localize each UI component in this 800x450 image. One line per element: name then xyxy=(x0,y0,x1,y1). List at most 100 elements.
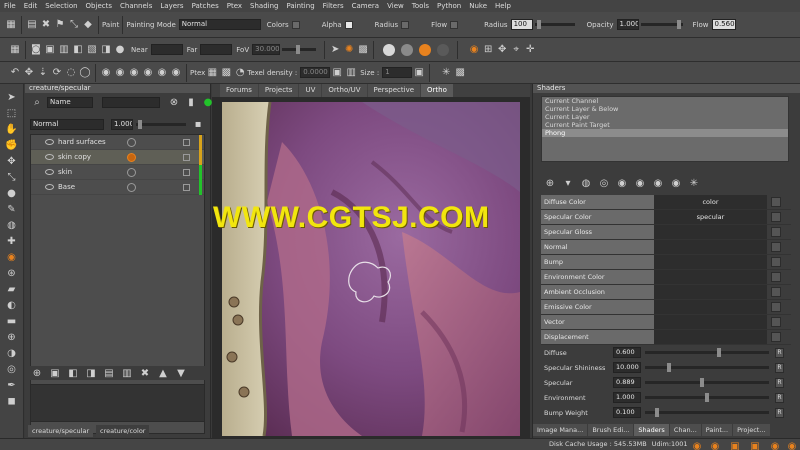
layer-blend-icon[interactable] xyxy=(127,153,136,162)
shader-slider[interactable] xyxy=(645,378,769,387)
layer-down-icon[interactable]: ▼ xyxy=(174,366,188,380)
smudge-icon[interactable]: ⊛ xyxy=(4,266,20,280)
tab-ortho-uv[interactable]: Ortho/UV xyxy=(322,84,367,97)
eye-icon[interactable]: ◉ xyxy=(113,66,127,80)
radius-slider[interactable] xyxy=(534,20,575,29)
panel-tab[interactable]: Project... xyxy=(733,424,770,436)
slider-handle[interactable] xyxy=(717,348,721,357)
layer-add-icon[interactable]: ⊕ xyxy=(30,366,44,380)
menu-item-tools[interactable]: Tools xyxy=(412,2,429,10)
align-icon[interactable]: ⊞ xyxy=(481,43,495,57)
tab-uv[interactable]: UV xyxy=(299,84,322,97)
move-icon[interactable]: ✥ xyxy=(495,43,509,57)
lock-icon[interactable] xyxy=(183,184,190,191)
shader-duplicate-icon[interactable]: ◍ xyxy=(579,176,593,190)
clear-filter-icon[interactable]: ⊗ xyxy=(167,95,181,109)
layer-group-icon[interactable]: ▣ xyxy=(48,366,62,380)
stamp-icon[interactable]: ◍ xyxy=(4,218,20,232)
tab-perspective[interactable]: Perspective xyxy=(367,84,421,97)
pivot-icon[interactable]: ✛ xyxy=(523,43,537,57)
texel-density-input[interactable]: 0.0000 xyxy=(300,67,331,78)
arrow-select-icon[interactable]: ➤ xyxy=(4,90,20,104)
panel-tab[interactable]: Image Mana... xyxy=(533,424,588,436)
shader-view-icon[interactable]: ◉ xyxy=(669,176,683,190)
panel-tab[interactable]: Shaders xyxy=(634,424,669,436)
mesh-icon[interactable]: ▥ xyxy=(57,43,71,57)
radius-input[interactable]: 100 xyxy=(510,19,533,30)
swatch-icon[interactable]: ◼ xyxy=(4,394,20,408)
layer-blend-icon[interactable] xyxy=(127,183,136,192)
drop-icon[interactable]: ⇣ xyxy=(36,66,50,80)
layer-adjust-icon[interactable]: ◧ xyxy=(66,366,80,380)
ptex-grid-icon[interactable]: ▩ xyxy=(219,66,233,80)
status-icon-6[interactable]: ◉ xyxy=(785,439,799,450)
trash-icon[interactable]: ▮ xyxy=(184,95,198,109)
layer-filter-input[interactable] xyxy=(102,96,160,108)
near-input[interactable] xyxy=(150,44,183,55)
property-link-icon[interactable] xyxy=(771,197,781,207)
reset-button[interactable]: R xyxy=(775,347,784,358)
object-icon[interactable]: ◧ xyxy=(71,43,85,57)
shader-view-icon[interactable]: ◉ xyxy=(615,176,629,190)
ortho-view-icon[interactable]: ▩ xyxy=(356,43,370,57)
shader-list-item[interactable]: Current Layer xyxy=(542,113,788,121)
lock-icon[interactable] xyxy=(183,154,190,161)
tab-projects[interactable]: Projects xyxy=(258,84,299,97)
texel-toggle-icon[interactable]: ▣ xyxy=(330,66,344,80)
status-icon-1[interactable]: ◉ xyxy=(690,439,704,450)
status-icon-3[interactable]: ▣ xyxy=(728,439,742,450)
shader-slider-value[interactable]: 1.000 xyxy=(613,392,641,403)
flag-icon[interactable]: ⚑ xyxy=(53,18,67,32)
colors-checkbox[interactable] xyxy=(291,20,300,29)
visibility-eye-icon[interactable] xyxy=(45,139,54,145)
property-link-icon[interactable] xyxy=(771,272,781,282)
layer-row[interactable]: skin xyxy=(31,165,204,180)
slider-handle[interactable] xyxy=(667,363,671,372)
property-link-icon[interactable] xyxy=(771,242,781,252)
status-icon-4[interactable]: ▣ xyxy=(748,439,762,450)
white-sphere-icon[interactable] xyxy=(383,43,396,56)
grid-icon[interactable]: ▦ xyxy=(4,18,18,32)
shader-property-value[interactable] xyxy=(654,285,767,299)
marquee-icon[interactable]: ⬚ xyxy=(4,106,20,120)
menu-item-channels[interactable]: Channels xyxy=(120,2,152,10)
shader-dropdown-icon[interactable]: ▾ xyxy=(561,176,575,190)
cursor-icon[interactable]: ➤ xyxy=(328,43,342,57)
eye-icon[interactable]: ◉ xyxy=(99,66,113,80)
property-link-icon[interactable] xyxy=(771,332,781,342)
status-icon-2[interactable]: ◉ xyxy=(708,439,722,450)
shader-property-value[interactable] xyxy=(654,240,767,254)
hand-icon[interactable]: ✋ xyxy=(4,122,20,136)
grid-icon[interactable]: ▦ xyxy=(8,43,22,57)
shader-property-value[interactable] xyxy=(654,300,767,314)
size-icon[interactable]: ▥ xyxy=(344,66,358,80)
menu-item-nuke[interactable]: Nuke xyxy=(469,2,487,10)
property-link-icon[interactable] xyxy=(771,212,781,222)
layer-option-icon[interactable]: ▪ xyxy=(191,117,205,131)
tab-forums[interactable]: Forums xyxy=(220,84,258,97)
menu-item-view[interactable]: View xyxy=(387,2,404,10)
visibility-eye-icon[interactable] xyxy=(45,154,54,160)
rotate-icon[interactable]: ⟳ xyxy=(50,66,64,80)
grab-icon[interactable]: ✊ xyxy=(4,138,20,152)
translate-icon[interactable]: ✥ xyxy=(22,66,36,80)
wireframe-icon[interactable]: ▧ xyxy=(85,43,99,57)
shader-slider[interactable] xyxy=(645,408,769,417)
menu-item-file[interactable]: File xyxy=(4,2,16,10)
dark-sphere-icon[interactable] xyxy=(437,43,450,56)
layer-opacity-input[interactable]: 1.000 xyxy=(111,118,133,130)
record-icon[interactable]: ◉ xyxy=(467,43,481,57)
layer-blend-icon[interactable] xyxy=(127,138,136,147)
camera-icon[interactable]: ◙ xyxy=(29,43,43,57)
paint-canvas[interactable] xyxy=(222,102,520,436)
lasso-icon[interactable]: ◯ xyxy=(78,66,92,80)
shader-list-item[interactable]: Current Paint Target xyxy=(542,121,788,129)
pin-icon[interactable]: ✚ xyxy=(4,234,20,248)
menu-item-shading[interactable]: Shading xyxy=(250,2,278,10)
drop-tool-icon[interactable]: ● xyxy=(4,186,20,200)
opacity-slider[interactable] xyxy=(640,20,683,29)
shader-property-value[interactable] xyxy=(654,330,767,344)
menu-item-objects[interactable]: Objects xyxy=(86,2,112,10)
menu-item-python[interactable]: Python xyxy=(437,2,461,10)
shader-delete-icon[interactable]: ◎ xyxy=(597,176,611,190)
